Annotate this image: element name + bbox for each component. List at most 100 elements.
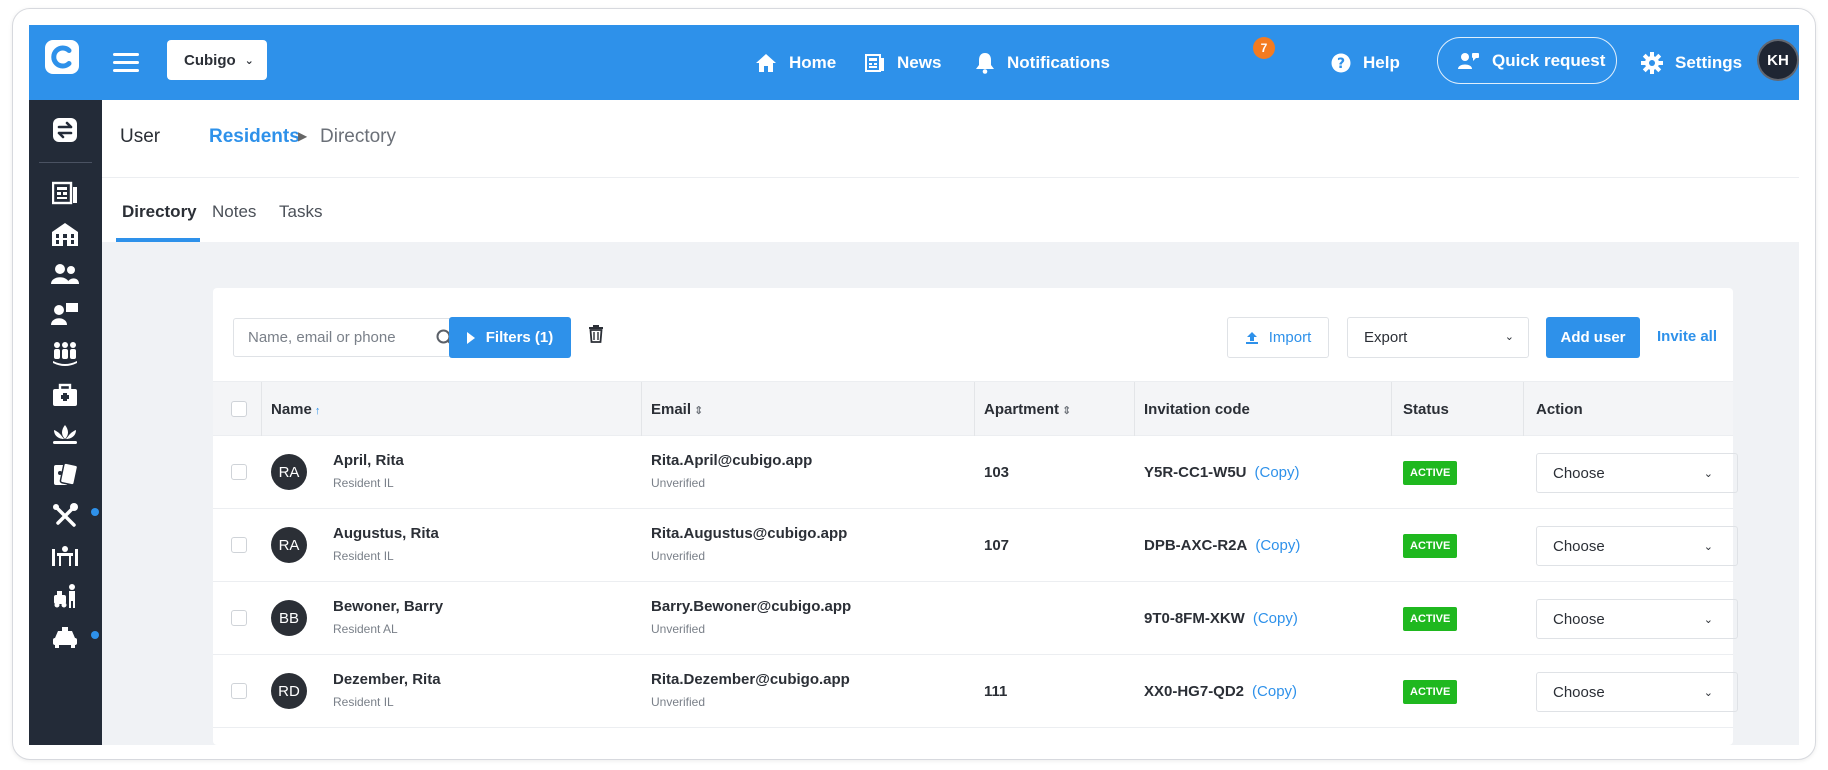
search-input[interactable]: Name, email or phone [233, 318, 469, 357]
dining-icon[interactable] [49, 540, 81, 572]
copy-code-link[interactable]: (Copy) [1255, 464, 1300, 481]
action-select-label: Choose [1553, 537, 1605, 555]
left-rail [29, 100, 102, 745]
invitation-code-value: DPB-AXC-R2A [1144, 537, 1248, 554]
table-row: RD Dezember, Rita Resident IL Rita.Dezem… [213, 655, 1738, 728]
sort-ascending-icon: ↑ [314, 405, 321, 417]
breadcrumb-separator-icon: ▶ [298, 129, 308, 143]
switch-app-icon[interactable] [49, 114, 81, 146]
filters-label: Filters (1) [485, 329, 554, 346]
tab-tasks[interactable]: Tasks [279, 202, 322, 222]
column-header-apartment[interactable]: Apartment ⇕ [984, 401, 1071, 418]
gear-icon [1641, 52, 1663, 74]
resident-name[interactable]: Bewoner, Barry [333, 598, 443, 615]
resident-name[interactable]: Dezember, Rita [333, 671, 441, 688]
invitation-code-value: XX0-HG7-QD2 [1144, 683, 1245, 700]
column-divider [1391, 382, 1392, 437]
taxi-indicator-dot [91, 631, 99, 639]
row-checkbox[interactable] [231, 610, 247, 626]
action-select[interactable]: Choose ⌄ [1536, 672, 1738, 712]
column-header-name[interactable]: Name ↑ [271, 401, 320, 418]
svg-text:?: ? [1337, 56, 1345, 72]
nav-help[interactable]: ? Help [1331, 47, 1400, 79]
transport-icon[interactable] [49, 580, 81, 612]
resident-name[interactable]: April, Rita [333, 452, 404, 469]
menu-icon[interactable] [113, 53, 139, 73]
column-divider [641, 382, 642, 437]
nav-notifications[interactable]: Notifications [975, 47, 1110, 79]
row-checkbox[interactable] [231, 537, 247, 553]
quick-request-button[interactable]: Quick request [1437, 37, 1617, 84]
directory-card: Name, email or phone Filters (1) Import … [213, 288, 1738, 745]
invite-all-link[interactable]: Invite all [1657, 328, 1717, 345]
tab-directory[interactable]: Directory [122, 202, 197, 222]
action-select[interactable]: Choose ⌄ [1536, 453, 1738, 493]
groups-icon[interactable] [49, 338, 81, 370]
chevron-down-icon: ⌄ [1703, 687, 1713, 699]
tab-bar: Directory Notes Tasks [102, 178, 1799, 242]
tab-notes[interactable]: Notes [212, 202, 256, 222]
chevron-down-icon: ⌄ [1703, 614, 1713, 626]
chevron-down-icon: ⌄ [1703, 468, 1713, 480]
trash-icon[interactable] [588, 325, 604, 343]
nav-news[interactable]: News [865, 47, 941, 79]
organization-select[interactable]: Cubigo ⌄ [167, 40, 267, 80]
residents-icon[interactable] [49, 258, 81, 290]
breadcrumb-residents-link[interactable]: Residents [209, 126, 300, 148]
bell-icon [976, 53, 994, 74]
export-select[interactable]: Export ⌄ [1347, 317, 1529, 358]
nav-settings[interactable]: Settings [1641, 47, 1742, 79]
chevron-down-icon: ⌄ [244, 54, 254, 67]
status-badge: ACTIVE [1403, 461, 1458, 485]
invitation-code: XX0-HG7-QD2 (Copy) [1144, 683, 1297, 700]
resident-role: Resident IL [333, 695, 394, 709]
top-bar: Cubigo ⌄ Home News Notifications 7 ? Hel… [29, 25, 1799, 100]
action-select-label: Choose [1553, 610, 1605, 628]
column-email-label: Email [651, 401, 692, 418]
briefcase-icon[interactable] [49, 379, 81, 411]
row-checkbox[interactable] [231, 464, 247, 480]
cards-icon[interactable] [49, 459, 81, 491]
resident-email: Rita.Dezember@cubigo.app [651, 671, 850, 688]
breadcrumb: User Residents ▶ Directory [102, 100, 1799, 178]
filters-button[interactable]: Filters (1) [449, 317, 571, 358]
wellness-icon[interactable] [49, 419, 81, 451]
cubigo-logo-icon[interactable] [45, 40, 79, 74]
staff-icon[interactable] [49, 298, 81, 330]
column-header-status: Status [1403, 401, 1449, 418]
breadcrumb-current: Directory [320, 126, 397, 147]
column-divider [1523, 382, 1524, 437]
nav-home-label: Home [789, 53, 837, 72]
add-user-button[interactable]: Add user [1546, 317, 1640, 358]
news-icon [865, 54, 884, 72]
taxi-icon[interactable] [49, 621, 81, 653]
resident-name[interactable]: Augustus, Rita [333, 525, 439, 542]
invitation-code: DPB-AXC-R2A (Copy) [1144, 537, 1300, 554]
tools-icon[interactable] [49, 500, 81, 532]
column-header-invitation-code: Invitation code [1144, 401, 1250, 418]
nav-home[interactable]: Home [755, 47, 836, 79]
row-checkbox[interactable] [231, 683, 247, 699]
column-header-email[interactable]: Email ⇕ [651, 401, 703, 418]
invitation-code-value: 9T0-8FM-XKW [1144, 610, 1245, 627]
import-button[interactable]: Import [1227, 317, 1329, 358]
action-select[interactable]: Choose ⌄ [1536, 599, 1738, 639]
avatar: RA [271, 454, 307, 490]
import-label: Import [1268, 329, 1312, 346]
chevron-down-icon: ⌄ [1504, 331, 1514, 343]
copy-code-link[interactable]: (Copy) [1253, 610, 1298, 627]
news-icon[interactable] [49, 177, 81, 209]
select-all-checkbox[interactable] [231, 401, 247, 417]
column-divider [261, 382, 262, 437]
email-verification-state: Unverified [651, 695, 706, 709]
action-select[interactable]: Choose ⌄ [1536, 526, 1738, 566]
avatar: BB [271, 600, 307, 636]
resident-email: Rita.April@cubigo.app [651, 452, 813, 469]
buildings-icon[interactable] [49, 218, 81, 250]
copy-code-link[interactable]: (Copy) [1252, 683, 1297, 700]
tools-indicator-dot [91, 508, 99, 516]
copy-code-link[interactable]: (Copy) [1255, 537, 1300, 554]
user-avatar[interactable]: KH [1757, 39, 1799, 81]
status-badge: ACTIVE [1403, 534, 1458, 558]
email-verification-state: Unverified [651, 549, 706, 563]
